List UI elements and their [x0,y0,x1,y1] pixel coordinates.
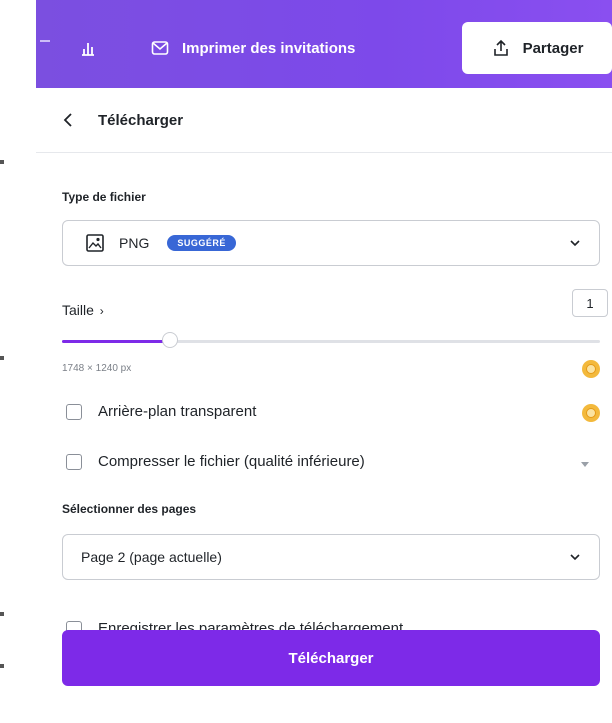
size-slider[interactable] [62,332,600,348]
print-invitations-label: Imprimer des invitations [182,39,356,57]
select-pages-label: Sélectionner des pages [62,502,197,516]
size-input[interactable]: 1 [572,289,608,317]
download-panel: Télécharger Type de fichier PNG SUGGÉRÉ … [36,88,612,723]
chevron-left-icon [63,113,72,127]
caret-down-icon [581,462,589,467]
print-invitations-button[interactable]: Imprimer des invitations [136,22,369,74]
size-label: Taille [62,302,94,318]
pages-select-value: Page 2 (page actuelle) [81,549,222,565]
toolbar-divider [40,40,50,42]
chevron-down-icon [570,240,580,247]
canvas-mark [0,612,4,616]
compress-file-checkbox[interactable] [66,453,82,470]
panel-header: Télécharger [36,88,612,153]
size-label-row: Taille › [62,302,104,318]
file-type-label: Type de fichier [62,190,146,204]
transparent-background-label: Arrière-plan transparent [98,403,257,420]
canvas-edge [0,0,36,723]
back-button[interactable] [62,110,82,130]
pro-crown-icon [582,360,600,378]
download-button[interactable]: Télécharger [62,630,600,686]
size-value: 1 [586,295,594,311]
slider-fill [62,340,170,343]
share-label: Partager [522,39,584,57]
canvas-mark [0,160,4,164]
bar-chart-icon [82,43,94,56]
panel-title: Télécharger [98,111,184,129]
suggested-badge: SUGGÉRÉ [167,235,236,251]
chevron-down-icon [570,554,580,561]
transparent-background-checkbox[interactable] [66,403,82,420]
share-button[interactable]: Partager [462,22,612,74]
image-icon [86,234,104,252]
pages-select[interactable]: Page 2 (page actuelle) [62,534,600,580]
canvas-mark [0,356,4,360]
compress-file-label: Compresser le fichier (qualité inférieur… [98,453,365,470]
envelope-icon [151,41,169,55]
top-toolbar: Imprimer des invitations Partager [36,0,612,88]
slider-thumb[interactable] [162,332,178,348]
dimensions-text: 1748 × 1240 px [62,363,132,374]
analytics-button[interactable] [66,22,110,74]
transparent-background-option[interactable]: Arrière-plan transparent [66,403,256,420]
canvas-mark [0,664,4,668]
chevron-right-icon: › [99,304,104,318]
pro-crown-icon [582,404,600,422]
compress-file-option[interactable]: Compresser le fichier (qualité inférieur… [66,453,365,470]
file-type-value: PNG [119,235,150,251]
file-type-select[interactable]: PNG SUGGÉRÉ [62,220,600,266]
share-upload-icon [493,39,508,56]
